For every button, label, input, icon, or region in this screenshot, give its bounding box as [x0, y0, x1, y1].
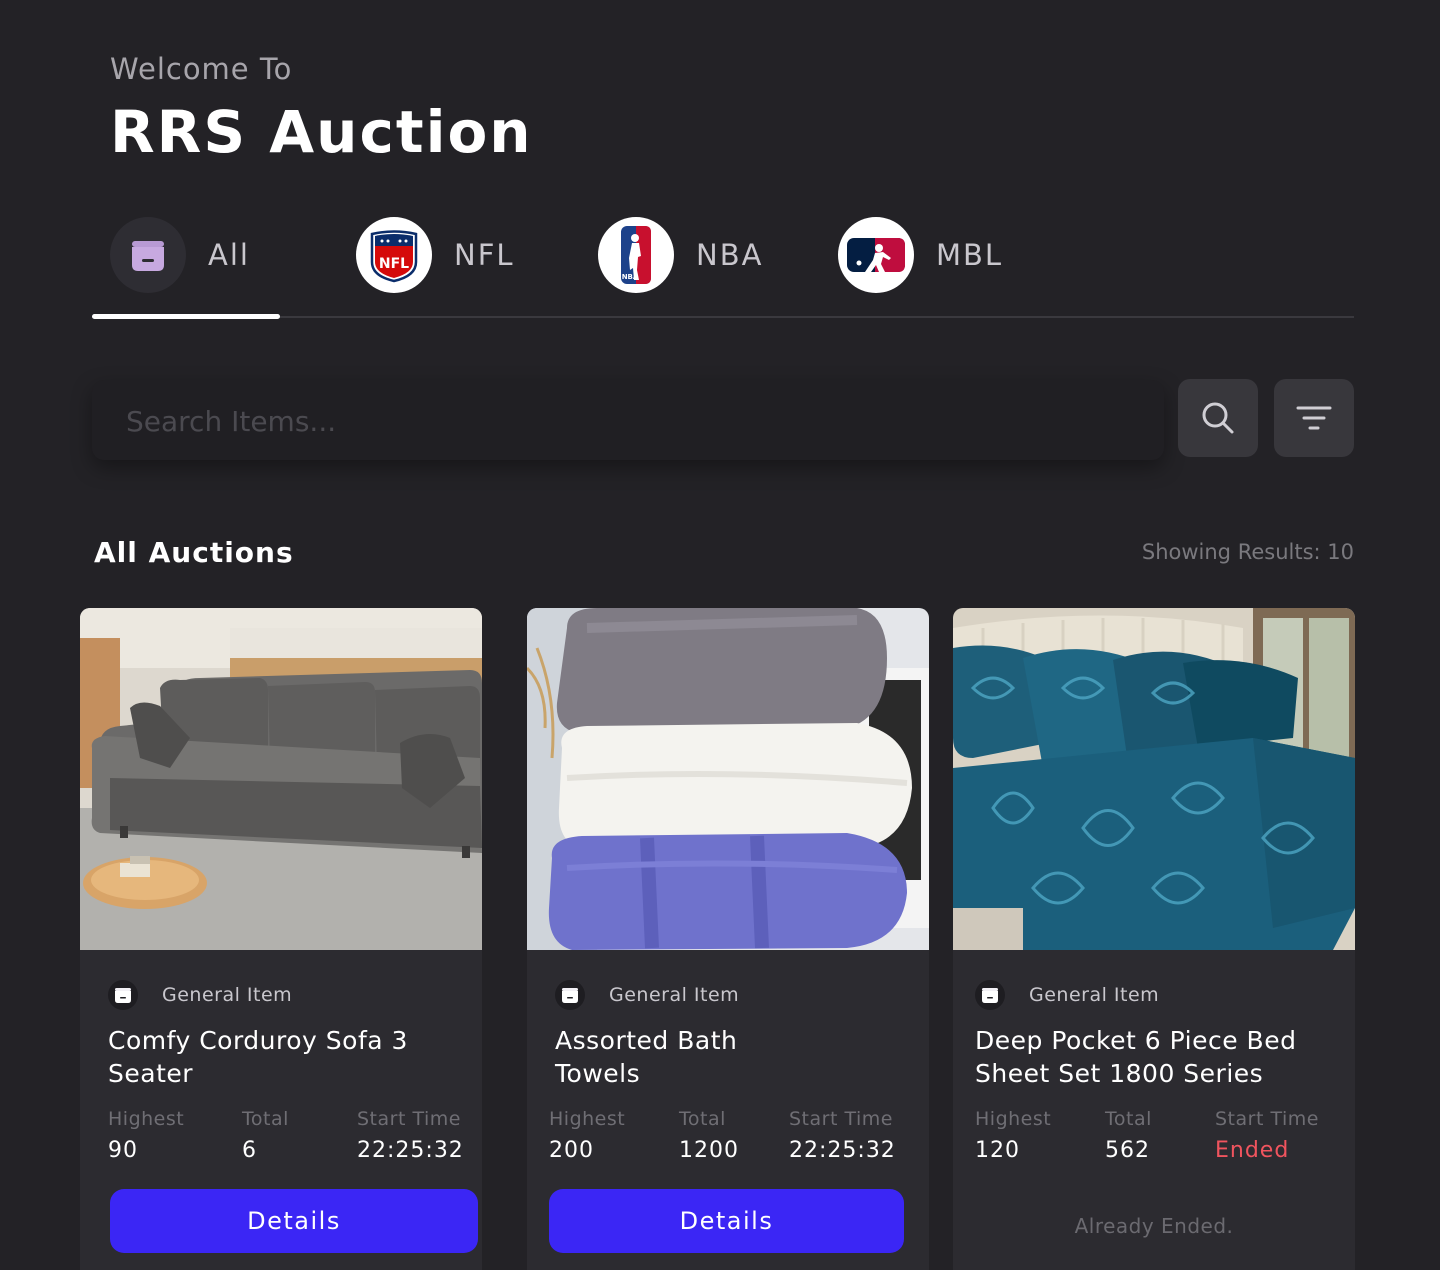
card-image-sofa: [80, 608, 482, 950]
general-item-icon: [110, 217, 186, 293]
start-time-value: 22:25:32: [357, 1138, 464, 1163]
tabs-divider: [92, 316, 1354, 318]
card-category: General Item: [555, 980, 739, 1010]
highest-label: Highest: [549, 1108, 626, 1130]
search-button[interactable]: [1178, 379, 1258, 457]
auction-card: General Item Deep Pocket 6 Piece Bed She…: [953, 608, 1355, 1270]
auction-card: General Item Assorted Bath Towels Highes…: [527, 608, 929, 1270]
card-category: General Item: [108, 980, 292, 1010]
highest-value: 120: [975, 1138, 1020, 1163]
search-bar: [92, 380, 1164, 460]
filter-icon: [1296, 406, 1332, 430]
total-label: Total: [1105, 1108, 1152, 1130]
nba-logo-icon: NBA: [598, 217, 674, 293]
status-ended: Ended: [1215, 1138, 1290, 1163]
svg-text:NFL: NFL: [379, 256, 409, 272]
card-image-towels: [527, 608, 929, 950]
page-title: RRS Auction: [110, 98, 533, 166]
tab-mbl[interactable]: MBL: [838, 216, 1003, 294]
total-value: 1200: [679, 1138, 739, 1163]
total-value: 6: [242, 1138, 257, 1163]
start-time-value: 22:25:32: [789, 1138, 896, 1163]
mlb-logo-icon: [838, 217, 914, 293]
details-button[interactable]: Details: [549, 1189, 904, 1253]
highest-value: 90: [108, 1138, 138, 1163]
tab-nba-label: NBA: [696, 238, 764, 272]
highest-label: Highest: [108, 1108, 185, 1130]
details-button[interactable]: Details: [110, 1189, 478, 1253]
start-time-label: Start Time: [789, 1108, 893, 1130]
auction-card: General Item Comfy Corduroy Sofa 3 Seate…: [80, 608, 482, 1270]
tab-mbl-label: MBL: [936, 238, 1004, 272]
tab-nfl[interactable]: NFL NFL: [356, 216, 515, 294]
svg-text:NBA: NBA: [622, 273, 639, 281]
item-name: Deep Pocket 6 Piece Bed Sheet Set 1800 S…: [975, 1026, 1297, 1088]
category-label: General Item: [609, 984, 740, 1006]
search-input[interactable]: [124, 400, 1128, 442]
results-count: Showing Results: 10: [1141, 540, 1354, 564]
tab-all[interactable]: All: [110, 216, 250, 294]
category-label: General Item: [162, 984, 293, 1006]
section-title: All Auctions: [94, 536, 294, 569]
category-label: General Item: [1029, 984, 1160, 1006]
category-tabs: All NFL NFL NBA NBA MBL: [92, 210, 1354, 320]
tab-nba[interactable]: NBA NBA: [598, 216, 763, 294]
active-tab-indicator: [92, 314, 280, 319]
highest-value: 200: [549, 1138, 594, 1163]
general-item-icon: [975, 980, 1005, 1010]
item-name: Assorted Bath Towels: [555, 1026, 738, 1088]
tab-all-label: All: [208, 238, 250, 272]
filter-button[interactable]: [1274, 379, 1354, 457]
card-category: General Item: [975, 980, 1159, 1010]
total-label: Total: [242, 1108, 289, 1130]
general-item-icon: [108, 980, 138, 1010]
total-label: Total: [679, 1108, 726, 1130]
welcome-text: Welcome To: [110, 52, 293, 86]
tab-nfl-label: NFL: [454, 238, 515, 272]
total-value: 562: [1105, 1138, 1150, 1163]
start-time-label: Start Time: [1215, 1108, 1319, 1130]
search-icon: [1202, 402, 1234, 434]
already-ended-message: Already Ended.: [1074, 1214, 1234, 1238]
nfl-logo-icon: NFL: [356, 217, 432, 293]
general-item-icon: [555, 980, 585, 1010]
card-image-bedsheet: [953, 608, 1355, 950]
item-name: Comfy Corduroy Sofa 3 Seater: [108, 1026, 408, 1088]
highest-label: Highest: [975, 1108, 1052, 1130]
start-time-label: Start Time: [357, 1108, 461, 1130]
